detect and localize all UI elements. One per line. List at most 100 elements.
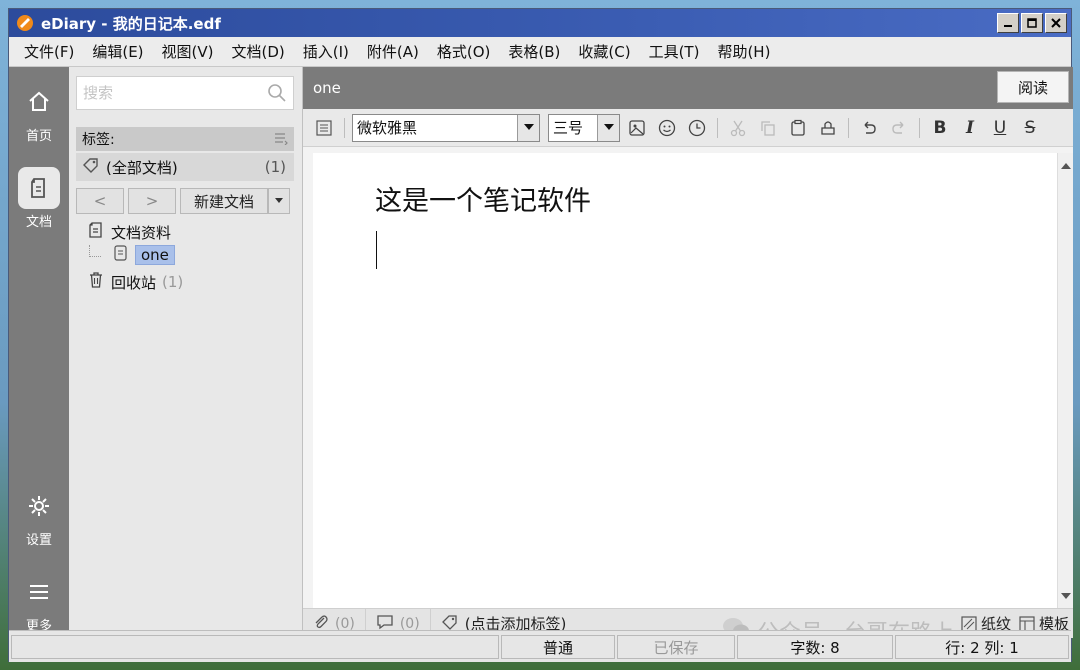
read-button[interactable]: 阅读 xyxy=(997,71,1069,103)
rail-more[interactable]: 更多 xyxy=(9,571,69,634)
cut-icon[interactable] xyxy=(725,115,751,141)
format-toolbar: 微软雅黑 三号 B I U S xyxy=(303,109,1073,147)
recycle-count: (1) xyxy=(162,273,184,291)
menu-tools[interactable]: 工具(T) xyxy=(640,41,709,62)
new-document-button[interactable]: 新建文档 xyxy=(180,188,268,214)
recycle-label: 回收站 xyxy=(111,273,157,292)
close-button[interactable] xyxy=(1045,13,1067,33)
toolbar-separator xyxy=(717,117,718,138)
ediary-logo-icon xyxy=(15,13,35,33)
undo-icon[interactable] xyxy=(856,115,882,141)
rail-settings[interactable]: 设置 xyxy=(9,485,69,548)
folder-label: 文档资料 xyxy=(111,223,172,242)
tag-menu-icon[interactable] xyxy=(274,131,288,149)
chevron-down-icon xyxy=(597,114,619,141)
strikethrough-button[interactable]: S xyxy=(1017,118,1043,138)
scroll-down-icon[interactable] xyxy=(1058,588,1074,604)
title-bar[interactable]: eDiary - 我的日记本.edf xyxy=(9,9,1071,37)
toolbar-separator xyxy=(848,117,849,138)
search-icon[interactable] xyxy=(267,83,287,107)
italic-button[interactable]: I xyxy=(957,118,983,138)
format-painter-icon[interactable] xyxy=(815,115,841,141)
menu-help[interactable]: 帮助(H) xyxy=(708,41,779,62)
font-size-value: 三号 xyxy=(553,119,584,137)
left-rail: 首页 文档 设置 更多 xyxy=(9,67,69,634)
doc-file-icon xyxy=(113,245,129,265)
tag-all-count: (1) xyxy=(264,158,286,176)
document-title-bar: one 阅读 xyxy=(303,67,1073,109)
font-size-select[interactable]: 三号 xyxy=(548,113,620,142)
prev-button[interactable]: < xyxy=(76,188,124,214)
rail-docs-label: 文档 xyxy=(25,215,52,230)
rail-home[interactable]: 首页 xyxy=(9,81,69,144)
menu-document[interactable]: 文档(D) xyxy=(223,41,294,62)
menu-file[interactable]: 文件(F) xyxy=(15,41,83,62)
doc-item-one[interactable]: one xyxy=(113,245,175,265)
recycle-bin[interactable]: 回收站 (1) xyxy=(87,271,183,293)
folder-documents[interactable]: 文档资料 xyxy=(87,221,171,243)
rail-settings-label: 设置 xyxy=(25,533,52,548)
window-title: eDiary - 我的日记本.edf xyxy=(41,14,221,33)
toolbar-separator xyxy=(919,117,920,138)
chevron-down-icon xyxy=(517,114,539,141)
hamburger-icon xyxy=(18,571,60,613)
menu-table[interactable]: 表格(B) xyxy=(499,41,569,62)
gear-icon xyxy=(18,485,60,527)
status-bar: 普通 已保存 字数: 8 行: 2 列: 1 xyxy=(9,630,1071,662)
menu-attachment[interactable]: 附件(A) xyxy=(358,41,428,62)
menu-format[interactable]: 格式(O) xyxy=(428,41,500,62)
font-family-value: 微软雅黑 xyxy=(357,119,418,137)
doc-item-label: one xyxy=(135,245,175,265)
menu-insert[interactable]: 插入(I) xyxy=(294,41,358,62)
paragraph-icon[interactable] xyxy=(311,115,337,141)
emoji-icon[interactable] xyxy=(654,115,680,141)
home-icon xyxy=(18,81,60,123)
vertical-scrollbar[interactable] xyxy=(1057,153,1073,608)
main-pane: one 阅读 微软雅黑 三号 B I U S 这是一个笔记软件 (0) (0) … xyxy=(303,67,1073,646)
redo-icon[interactable] xyxy=(886,115,912,141)
status-char-count: 字数: 8 xyxy=(737,635,893,659)
tag-header: 标签: xyxy=(76,127,294,151)
next-button[interactable]: > xyxy=(128,188,176,214)
bold-button[interactable]: B xyxy=(927,118,953,138)
tag-all-label: (全部文档) xyxy=(106,158,178,177)
menu-edit[interactable]: 编辑(E) xyxy=(83,41,152,62)
font-family-select[interactable]: 微软雅黑 xyxy=(352,113,540,142)
status-saved: 已保存 xyxy=(617,635,735,659)
document-icon xyxy=(18,167,60,209)
menu-bar: 文件(F) 编辑(E) 视图(V) 文档(D) 插入(I) 附件(A) 格式(O… xyxy=(9,37,1071,67)
search-box xyxy=(76,76,294,110)
side-panel: 标签: (全部文档) (1) < > 新建文档 文档资料 xyxy=(69,67,303,630)
tag-header-label: 标签: xyxy=(82,132,115,148)
maximize-button[interactable] xyxy=(1021,13,1043,33)
folder-doc-icon xyxy=(87,221,105,243)
minimize-button[interactable] xyxy=(997,13,1019,33)
clock-icon[interactable] xyxy=(684,115,710,141)
toolbar-separator xyxy=(344,117,345,138)
minimize-icon xyxy=(1004,25,1012,27)
scroll-up-icon[interactable] xyxy=(1058,157,1074,173)
underline-button[interactable]: U xyxy=(987,118,1013,138)
editor-area[interactable]: 这是一个笔记软件 xyxy=(313,153,1057,608)
rail-home-label: 首页 xyxy=(25,129,52,144)
tag-all-documents[interactable]: (全部文档) (1) xyxy=(76,153,294,181)
status-cursor-position: 行: 2 列: 1 xyxy=(895,635,1069,659)
text-caret xyxy=(376,231,377,269)
app-window: eDiary - 我的日记本.edf 文件(F) 编辑(E) 视图(V) 文档(… xyxy=(8,8,1073,662)
chevron-down-icon xyxy=(275,198,283,203)
document-title: one xyxy=(313,79,341,97)
menu-view[interactable]: 视图(V) xyxy=(153,41,223,62)
status-mode: 普通 xyxy=(501,635,615,659)
rail-documents[interactable]: 文档 xyxy=(9,167,69,230)
search-input[interactable] xyxy=(83,84,263,102)
copy-icon[interactable] xyxy=(755,115,781,141)
menu-favorites[interactable]: 收藏(C) xyxy=(569,41,639,62)
tag-icon xyxy=(82,157,100,177)
status-message xyxy=(11,635,499,659)
paste-icon[interactable] xyxy=(785,115,811,141)
new-document-dropdown[interactable] xyxy=(268,188,290,214)
maximize-icon xyxy=(1027,18,1037,28)
trash-icon xyxy=(87,271,105,293)
image-icon[interactable] xyxy=(624,115,650,141)
close-icon xyxy=(1051,18,1061,28)
